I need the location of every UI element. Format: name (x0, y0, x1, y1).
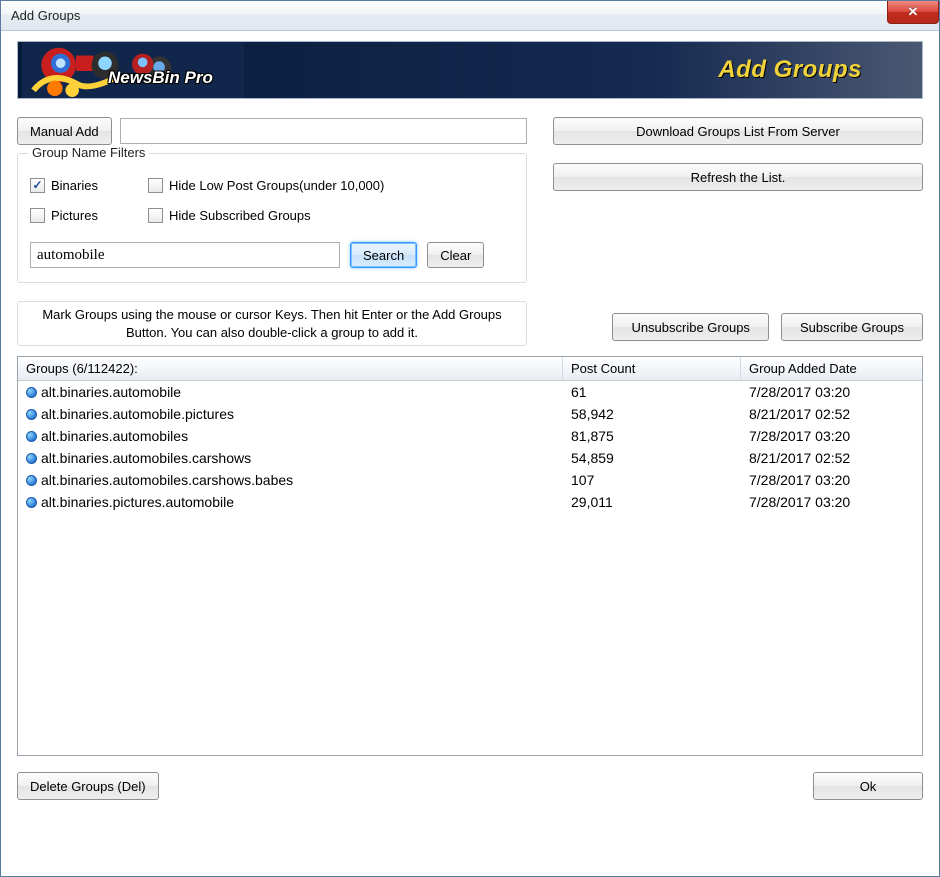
group-date: 7/28/2017 03:20 (741, 494, 922, 510)
post-count: 54,859 (563, 450, 741, 466)
manual-add-input[interactable] (120, 118, 527, 144)
group-date: 8/21/2017 02:52 (741, 406, 922, 422)
table-row[interactable]: alt.binaries.pictures.automobile 29,0117/… (18, 491, 922, 513)
group-name: alt.binaries.automobiles (41, 428, 188, 444)
hide-subscribed-label: Hide Subscribed Groups (169, 208, 311, 223)
refresh-list-button[interactable]: Refresh the List. (553, 163, 923, 191)
clear-button[interactable]: Clear (427, 242, 484, 268)
group-date: 8/21/2017 02:52 (741, 450, 922, 466)
post-count: 29,011 (563, 494, 741, 510)
hide-low-label: Hide Low Post Groups(under 10,000) (169, 178, 384, 193)
banner-title: Add Groups (718, 56, 862, 84)
post-count: 81,875 (563, 428, 741, 444)
binaries-label: Binaries (51, 178, 98, 193)
group-date: 7/28/2017 03:20 (741, 384, 922, 400)
post-count: 58,942 (563, 406, 741, 422)
post-count: 107 (563, 472, 741, 488)
banner-logo-text: NewsBin Pro (108, 68, 213, 88)
download-groups-button[interactable]: Download Groups List From Server (553, 117, 923, 145)
hide-subscribed-checkbox[interactable] (148, 208, 163, 223)
search-button[interactable]: Search (350, 242, 417, 268)
header-post-count[interactable]: Post Count (563, 357, 741, 380)
group-icon (26, 409, 37, 420)
header-groups[interactable]: Groups (6/112422): (18, 357, 563, 380)
search-input[interactable] (30, 242, 340, 268)
hint-box: Mark Groups using the mouse or cursor Ke… (17, 301, 527, 346)
close-button[interactable]: ✕ (887, 1, 939, 24)
titlebar[interactable]: Add Groups ✕ (1, 1, 939, 31)
group-name: alt.binaries.automobiles.carshows (41, 450, 251, 466)
group-name-filters: Group Name Filters Binaries Hide Low Pos… (17, 153, 527, 283)
pictures-label: Pictures (51, 208, 98, 223)
group-name: alt.binaries.automobile.pictures (41, 406, 234, 422)
header-date[interactable]: Group Added Date (741, 357, 922, 380)
group-icon (26, 475, 37, 486)
client-area: NewsBin Pro Add Groups Manual Add Group … (1, 31, 939, 876)
manual-add-button[interactable]: Manual Add (17, 117, 112, 145)
group-name: alt.binaries.automobile (41, 384, 181, 400)
subscribe-button[interactable]: Subscribe Groups (781, 313, 923, 341)
list-header[interactable]: Groups (6/112422): Post Count Group Adde… (18, 357, 922, 381)
group-icon (26, 431, 37, 442)
group-date: 7/28/2017 03:20 (741, 428, 922, 444)
table-row[interactable]: alt.binaries.automobile 617/28/2017 03:20 (18, 381, 922, 403)
table-row[interactable]: alt.binaries.automobiles 81,8757/28/2017 … (18, 425, 922, 447)
list-body[interactable]: alt.binaries.automobile617/28/2017 03:20… (18, 381, 922, 755)
group-icon (26, 387, 37, 398)
groups-list[interactable]: Groups (6/112422): Post Count Group Adde… (17, 356, 923, 756)
window-title: Add Groups (11, 8, 80, 23)
table-row[interactable]: alt.binaries.automobile.pictures 58,9428/… (18, 403, 922, 425)
groupbox-title: Group Name Filters (28, 145, 149, 160)
table-row[interactable]: alt.binaries.automobiles.carshows.babes 1… (18, 469, 922, 491)
post-count: 61 (563, 384, 741, 400)
delete-groups-button[interactable]: Delete Groups (Del) (17, 772, 159, 800)
ok-button[interactable]: Ok (813, 772, 923, 800)
group-name: alt.binaries.pictures.automobile (41, 494, 234, 510)
unsubscribe-button[interactable]: Unsubscribe Groups (612, 313, 769, 341)
group-name: alt.binaries.automobiles.carshows.babes (41, 472, 293, 488)
group-icon (26, 453, 37, 464)
hide-low-checkbox[interactable] (148, 178, 163, 193)
close-icon: ✕ (908, 4, 919, 20)
banner: NewsBin Pro Add Groups (17, 41, 923, 99)
group-icon (26, 497, 37, 508)
add-groups-dialog: Add Groups ✕ NewsBin Pro (0, 0, 940, 877)
group-date: 7/28/2017 03:20 (741, 472, 922, 488)
pictures-checkbox[interactable] (30, 208, 45, 223)
binaries-checkbox[interactable] (30, 178, 45, 193)
table-row[interactable]: alt.binaries.automobiles.carshows 54,8598… (18, 447, 922, 469)
